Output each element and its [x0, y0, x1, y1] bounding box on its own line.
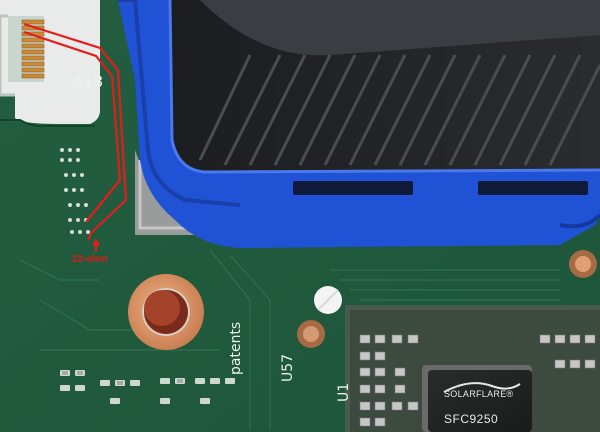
component-label-u1: U1 — [336, 382, 352, 402]
resistor-annotation-label: 22-ohm — [72, 254, 108, 265]
patents-label: patents — [228, 321, 244, 375]
chip-part-number: SFC9250 — [444, 412, 499, 426]
heatsink — [170, 0, 600, 175]
pcb-scene — [0, 0, 600, 432]
mounting-hole — [128, 274, 204, 350]
chip-logo-text: SOLARFLARE® — [444, 389, 514, 399]
pin-label-a13: A13 — [72, 72, 104, 91]
component-label-u57: U57 — [280, 353, 296, 382]
pcb-photo: A13 22-ohm patents U57 U1 SOLARFLARE® SF… — [0, 0, 600, 432]
